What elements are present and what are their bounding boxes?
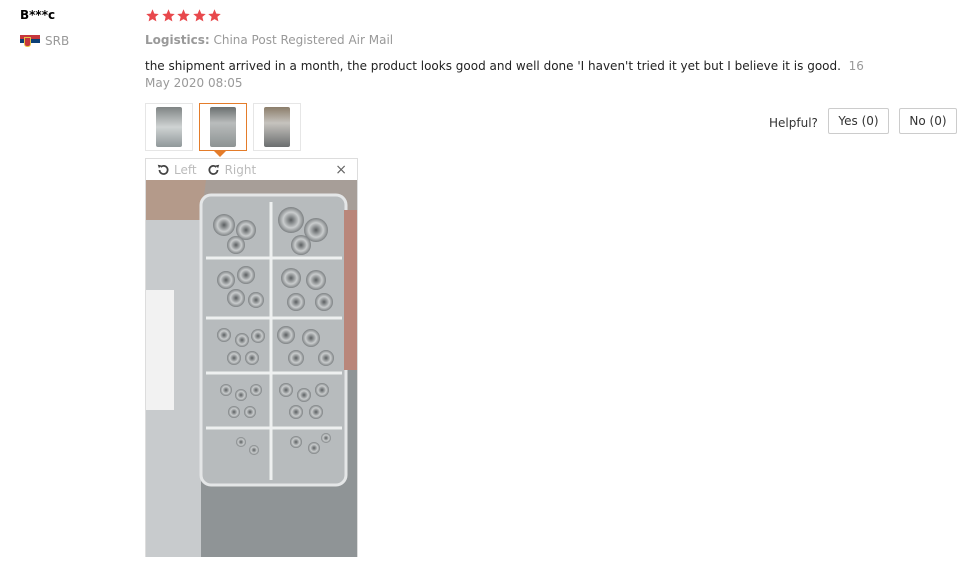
star-icon xyxy=(192,9,206,22)
active-thumbnail-pointer xyxy=(214,151,226,157)
star-icon xyxy=(161,9,175,22)
star-icon xyxy=(208,9,221,22)
helpful-yes-button[interactable]: Yes (0) xyxy=(828,108,889,134)
star-icon xyxy=(146,9,159,22)
logistics-label: Logistics: xyxy=(145,33,210,47)
serbia-flag-icon xyxy=(20,35,40,47)
star-rating xyxy=(145,8,223,23)
rotate-right-icon xyxy=(208,164,219,175)
rotate-right-button[interactable]: Right xyxy=(207,162,257,177)
reviewer-country: SRB xyxy=(20,34,69,48)
close-viewer-button[interactable]: × xyxy=(335,162,347,178)
thumbnail-image xyxy=(264,107,290,147)
review-photo xyxy=(146,180,357,557)
review-photo-image xyxy=(146,180,357,557)
review-image-thumbnail[interactable] xyxy=(145,103,193,151)
thumbnail-image xyxy=(210,107,236,147)
rotate-left-icon xyxy=(157,164,169,175)
review-body: the shipment arrived in a month, the pro… xyxy=(145,58,865,92)
country-code: SRB xyxy=(45,34,70,48)
helpful-label: Helpful? xyxy=(769,116,818,130)
rotate-left-button[interactable]: Left xyxy=(156,163,197,177)
helpful-no-button[interactable]: No (0) xyxy=(899,108,957,134)
logistics-value: China Post Registered Air Mail xyxy=(213,33,394,47)
rotate-left-label: Left xyxy=(174,162,197,177)
review-image-thumbnail[interactable] xyxy=(253,103,301,151)
review-image-thumbnail-active[interactable] xyxy=(199,103,247,151)
image-viewer: Left Right × xyxy=(145,158,358,557)
rotate-right-label: Right xyxy=(224,162,257,177)
review-text: the shipment arrived in a month, the pro… xyxy=(145,59,841,73)
review-image-thumbnails xyxy=(145,103,307,151)
image-viewer-toolbar: Left Right × xyxy=(146,159,357,180)
reviewer-name: B***c xyxy=(20,8,56,22)
thumbnail-image xyxy=(156,107,182,147)
star-icon xyxy=(177,9,190,22)
logistics-info: Logistics: China Post Registered Air Mai… xyxy=(145,33,393,47)
